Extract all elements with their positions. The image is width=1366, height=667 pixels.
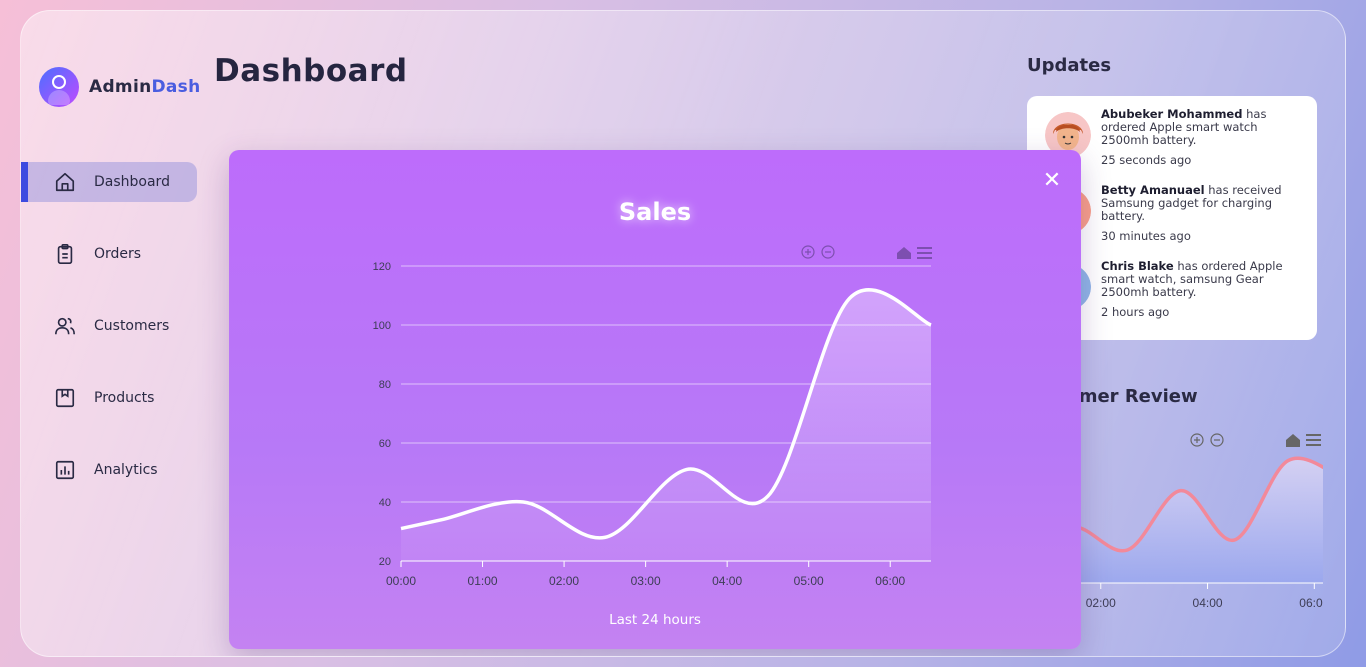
product-box-icon (54, 387, 76, 409)
sidebar-item-dashboard[interactable]: Dashboard (21, 162, 197, 202)
sidebar-item-label: Customers (94, 318, 170, 334)
update-user-name: Betty Amanuael (1101, 183, 1205, 197)
home-icon (54, 171, 76, 193)
x-tick-label: 03:00 (631, 574, 661, 588)
update-time: 2 hours ago (1101, 305, 1170, 319)
x-tick-label: 02:00 (1086, 596, 1116, 610)
sidebar-item-label: Analytics (94, 462, 158, 478)
x-tick-label: 00:00 (386, 574, 416, 588)
customer-review-chart: 02:00 04:00 06:00 (1051, 433, 1323, 610)
sidebar-item-products[interactable]: Products (21, 378, 197, 418)
y-tick-label: 20 (379, 556, 391, 568)
y-tick-label: 80 (379, 379, 391, 391)
brand-logo[interactable]: AdminDash (39, 67, 201, 107)
reset-zoom-home-icon[interactable] (897, 247, 911, 259)
x-tick-label: 02:00 (549, 574, 579, 588)
users-icon (54, 315, 76, 337)
sidebar-item-customers[interactable]: Customers (21, 306, 197, 346)
bar-chart-icon (54, 459, 76, 481)
update-item[interactable]: Abubeker Mohammed has ordered Apple smar… (1045, 108, 1301, 175)
update-user-name: Chris Blake (1101, 259, 1174, 273)
sidebar-item-label: Dashboard (94, 174, 170, 190)
sidebar-nav: Dashboard Orders Customers Products Anal… (21, 162, 197, 522)
x-tick-label: 05:00 (794, 574, 824, 588)
review-series-area (1051, 458, 1323, 583)
sidebar-item-analytics[interactable]: Analytics (21, 450, 197, 490)
sales-modal: ✕ Sales 20 40 60 80 100 120 00:00 01:00 02: (229, 150, 1081, 649)
logo-icon (39, 67, 79, 107)
sales-series-area (401, 289, 931, 561)
chart-menu-icon[interactable] (917, 247, 932, 259)
reset-zoom-home-icon[interactable] (1286, 434, 1300, 447)
x-tick-label: 04:00 (1193, 596, 1223, 610)
sales-chart: 20 40 60 80 100 120 00:00 01:00 02:00 03:00 04:00… (373, 245, 932, 588)
y-tick-label: 40 (379, 497, 391, 509)
brand-name: AdminDash (89, 77, 201, 97)
y-tick-label: 60 (379, 438, 391, 450)
close-icon[interactable]: ✕ (1041, 170, 1063, 192)
page-title: Dashboard (214, 53, 408, 89)
sidebar-item-label: Products (94, 390, 155, 406)
y-tick-label: 120 (373, 261, 391, 273)
clipboard-icon (54, 243, 76, 265)
modal-footer: Last 24 hours (609, 612, 701, 628)
updates-title: Updates (1027, 55, 1112, 76)
update-item[interactable]: Betty Amanuael has received Samsung gadg… (1045, 184, 1301, 251)
sidebar-item-label: Orders (94, 246, 142, 262)
update-item[interactable]: Chris Blake has ordered Apple smart watc… (1045, 260, 1301, 327)
modal-title: Sales (618, 198, 692, 226)
y-tick-label: 100 (373, 320, 391, 332)
x-tick-label: 04:00 (712, 574, 742, 588)
sidebar-item-orders[interactable]: Orders (21, 234, 197, 274)
x-tick-label: 06:00 (875, 574, 905, 588)
update-user-name: Abubeker Mohammed (1101, 107, 1243, 121)
app-window: AdminDash Dashboard Orders Customers Pro… (20, 10, 1346, 657)
x-tick-label: 06:00 (1299, 596, 1323, 610)
x-tick-label: 01:00 (468, 574, 498, 588)
chart-menu-icon[interactable] (1306, 434, 1321, 446)
update-time: 30 minutes ago (1101, 229, 1191, 243)
update-time: 25 seconds ago (1101, 153, 1192, 167)
